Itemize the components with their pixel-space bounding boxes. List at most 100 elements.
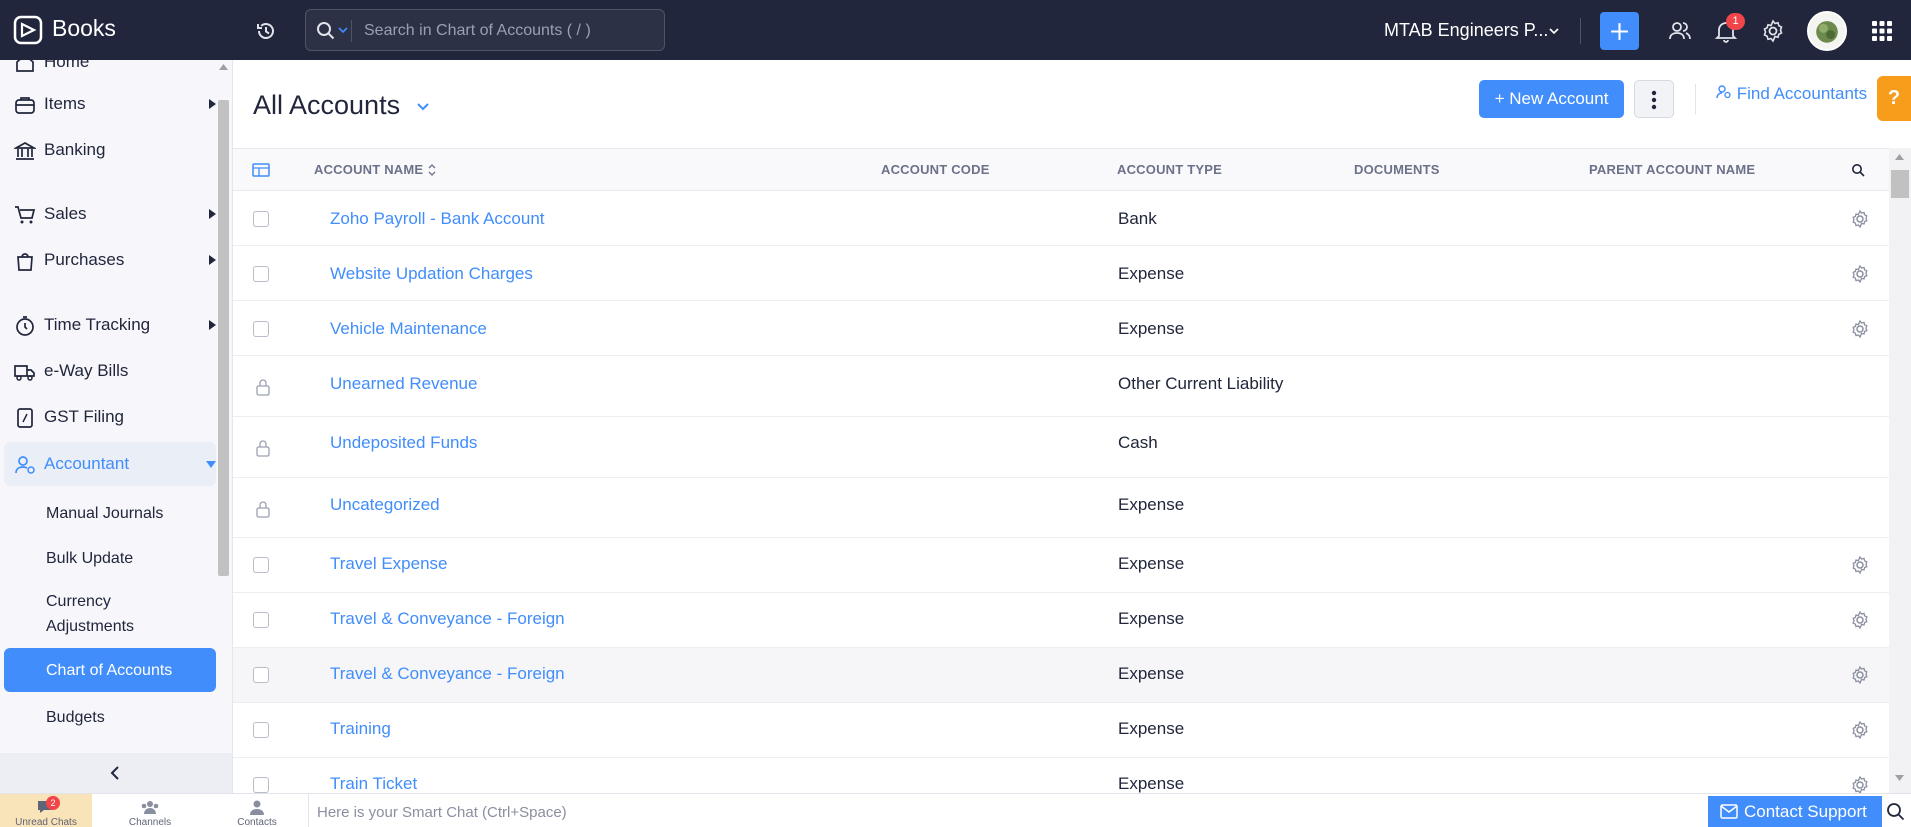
search-input[interactable] (364, 20, 654, 42)
column-header-account-name[interactable]: ACCOUNT NAME (314, 162, 423, 177)
channels-tab[interactable]: Channels (104, 794, 196, 827)
table-scroll-thumb[interactable] (1891, 170, 1909, 198)
scroll-up-arrow-icon[interactable] (1895, 154, 1904, 160)
settings-gear-icon[interactable] (1850, 720, 1870, 740)
sidebar-item-gst-filing[interactable]: GST Filing (4, 395, 216, 439)
sidebar-item-sales[interactable]: Sales (4, 192, 216, 236)
sidebar-scroll-thumb[interactable] (218, 100, 229, 576)
customize-columns-icon[interactable] (252, 163, 270, 177)
table-row[interactable]: Website Updation Charges Expense (233, 246, 1889, 301)
column-header-parent-account-name[interactable]: PARENT ACCOUNT NAME (1589, 162, 1755, 177)
sidebar-subitem-manual-journals[interactable]: Manual Journals (4, 496, 216, 530)
account-name-link[interactable]: Travel Expense (330, 554, 447, 574)
column-header-account-type[interactable]: ACCOUNT TYPE (1117, 162, 1222, 177)
column-header-documents[interactable]: DOCUMENTS (1354, 162, 1440, 177)
app-grid-icon[interactable] (1870, 19, 1894, 43)
account-name-link[interactable]: Uncategorized (330, 495, 440, 515)
scroll-up-arrow-icon[interactable] (219, 64, 228, 70)
account-name-link[interactable]: Travel & Conveyance - Foreign (330, 609, 565, 629)
find-accountants-label: Find Accountants (1736, 84, 1868, 103)
sidebar-item-eway-bills[interactable]: e-Way Bills (4, 349, 216, 393)
row-checkbox[interactable] (253, 557, 269, 573)
row-checkbox[interactable] (253, 722, 269, 738)
account-name-link[interactable]: Website Updation Charges (330, 264, 533, 284)
items-bag-icon (15, 97, 35, 114)
column-header-account-code[interactable]: ACCOUNT CODE (881, 162, 990, 177)
more-options-button[interactable] (1634, 80, 1674, 118)
global-search[interactable] (305, 9, 665, 51)
home-icon (16, 60, 34, 72)
sidebar-item-purchases[interactable]: Purchases (4, 238, 216, 282)
table-row[interactable]: Unearned Revenue Other Current Liability (233, 356, 1889, 417)
quick-create-button[interactable] (1600, 12, 1639, 50)
app-name[interactable]: Books (52, 15, 116, 42)
search-scope-dropdown[interactable] (314, 20, 352, 42)
new-account-button[interactable]: + New Account (1479, 80, 1624, 118)
row-checkbox[interactable] (253, 266, 269, 282)
settings-gear-icon[interactable] (1850, 264, 1870, 284)
books-logo-icon[interactable] (12, 14, 44, 46)
scroll-down-arrow-icon[interactable] (1895, 775, 1904, 781)
table-row[interactable]: Travel & Conveyance - Foreign Expense (233, 593, 1889, 648)
mail-icon (1720, 804, 1738, 819)
row-checkbox[interactable] (253, 211, 269, 227)
search-icon[interactable] (1851, 163, 1865, 177)
contact-support-button[interactable]: Contact Support (1708, 796, 1882, 827)
table-row[interactable]: Travel & Conveyance - Foreign Expense (233, 648, 1889, 703)
sidebar-collapse-button[interactable] (0, 753, 232, 793)
sidebar-item-label: Items (44, 94, 86, 113)
table-row[interactable]: Train Ticket Expense (233, 758, 1889, 793)
settings-gear-icon[interactable] (1850, 555, 1870, 575)
sidebar-subitem-bulk-update[interactable]: Bulk Update (4, 541, 216, 575)
history-icon[interactable] (252, 17, 280, 45)
table-row[interactable]: Travel Expense Expense (233, 538, 1889, 593)
help-tab[interactable]: ? (1877, 76, 1911, 121)
settings-gear-icon[interactable] (1850, 209, 1870, 229)
contacts-tab[interactable]: Contacts (211, 794, 303, 827)
row-checkbox[interactable] (253, 667, 269, 683)
table-row[interactable]: Vehicle Maintenance Expense (233, 301, 1889, 356)
account-name-link[interactable]: Train Ticket (330, 774, 417, 793)
account-name-link[interactable]: Zoho Payroll - Bank Account (330, 209, 545, 229)
settings-gear-icon[interactable] (1850, 610, 1870, 630)
sidebar-item-items[interactable]: Items (4, 82, 216, 126)
sort-icon[interactable] (428, 163, 436, 177)
page-title[interactable]: All Accounts (253, 90, 400, 121)
row-checkbox[interactable] (253, 777, 269, 793)
search-icon[interactable] (1886, 802, 1906, 822)
sidebar-subitem-chart-of-accounts[interactable]: Chart of Accounts (4, 648, 216, 692)
smart-chat-input[interactable] (317, 802, 1117, 822)
sidebar-subitem-budgets[interactable]: Budgets (4, 697, 216, 737)
chevron-down-icon[interactable] (416, 102, 430, 112)
account-name-link[interactable]: Vehicle Maintenance (330, 319, 487, 339)
account-type: Expense (1118, 264, 1185, 283)
account-name-link[interactable]: Training (330, 719, 391, 739)
users-icon[interactable] (1667, 18, 1693, 44)
account-name-link[interactable]: Undeposited Funds (330, 433, 477, 453)
sidebar-item-label: Time Tracking (44, 315, 151, 334)
row-checkbox[interactable] (253, 612, 269, 628)
table-row[interactable]: Zoho Payroll - Bank Account Bank (233, 191, 1889, 246)
sidebar-item-banking[interactable]: Banking (4, 128, 216, 172)
sidebar-subitem-currency-adjustments[interactable]: Currency Adjustments (4, 587, 216, 641)
unread-chats-tab[interactable]: 2 Unread Chats (0, 794, 92, 827)
settings-gear-icon[interactable] (1760, 18, 1786, 44)
table-row[interactable]: Training Expense (233, 703, 1889, 758)
chevron-down-icon[interactable] (1548, 26, 1560, 36)
sidebar-item-time-tracking[interactable]: Time Tracking (4, 303, 216, 347)
avatar[interactable] (1807, 11, 1847, 51)
sidebar-item-home[interactable]: Home (4, 60, 216, 84)
table-scrollbar[interactable] (1889, 148, 1911, 793)
account-name-link[interactable]: Travel & Conveyance - Foreign (330, 664, 565, 684)
settings-gear-icon[interactable] (1850, 319, 1870, 339)
table-row[interactable]: Undeposited Funds Cash (233, 417, 1889, 478)
organization-switcher[interactable]: MTAB Engineers P... (1384, 20, 1548, 41)
sidebar-item-accountant[interactable]: Accountant (4, 442, 216, 486)
settings-gear-icon[interactable] (1850, 665, 1870, 685)
table-row[interactable]: Uncategorized Expense (233, 478, 1889, 538)
account-name-link[interactable]: Unearned Revenue (330, 374, 477, 394)
settings-gear-icon[interactable] (1850, 775, 1870, 793)
tab-label: Contacts (237, 817, 277, 827)
row-checkbox[interactable] (253, 321, 269, 337)
find-accountants-link[interactable]: Find Accountants (1716, 84, 1867, 104)
